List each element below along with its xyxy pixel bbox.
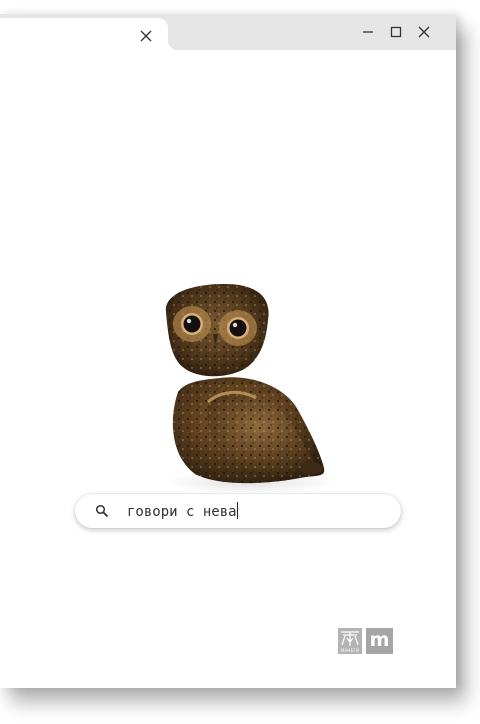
search-input[interactable]: говори с нева	[127, 502, 238, 521]
tab-corner	[168, 40, 178, 50]
search-bar[interactable]: говори с нева	[75, 494, 401, 528]
text-caret	[236, 502, 238, 519]
owl-figurine-image	[165, 284, 335, 494]
maximize-icon[interactable]	[388, 24, 404, 40]
pavilion-logo-mark	[341, 631, 359, 646]
title-bar	[0, 14, 456, 50]
close-icon[interactable]	[138, 28, 154, 44]
minimize-icon[interactable]	[360, 24, 376, 40]
pavilion-logo[interactable]: МАНЕГИ	[338, 628, 362, 654]
screen: говори с нева МАНЕГИ m	[0, 0, 480, 724]
browser-window: говори с нева МАНЕГИ m	[0, 14, 456, 688]
page-content: говори с нева МАНЕГИ m	[0, 50, 456, 688]
m-logo[interactable]: m	[366, 628, 393, 654]
search-icon[interactable]	[95, 504, 109, 518]
pavilion-logo-lettering: МАНЕГИ	[340, 648, 360, 653]
close-icon[interactable]	[416, 24, 432, 40]
browser-tab[interactable]	[0, 18, 168, 50]
search-value: говори с нева	[127, 504, 237, 520]
